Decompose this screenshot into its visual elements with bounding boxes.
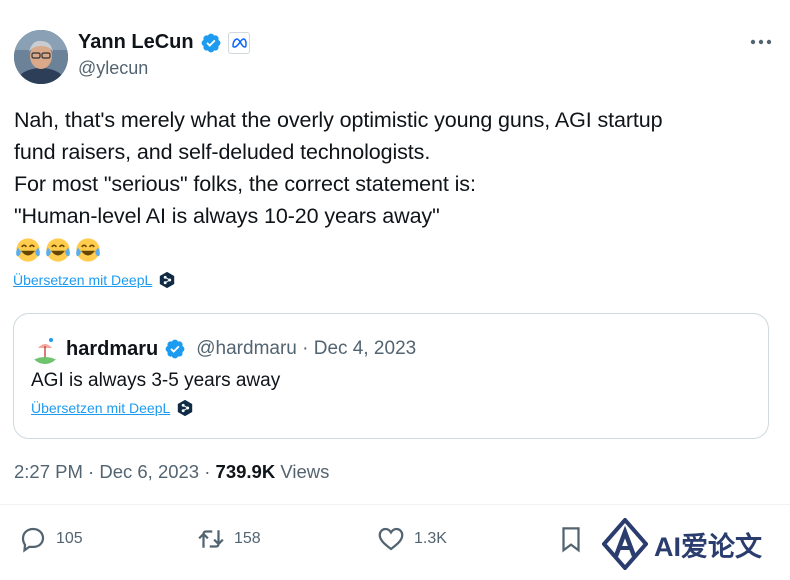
bookmark-icon xyxy=(562,527,580,553)
heart-icon xyxy=(378,527,404,551)
watermark: AI爱论文 xyxy=(592,508,790,580)
bookmark-button[interactable] xyxy=(556,524,586,554)
tweet-line: fund raisers, and self-deluded technolog… xyxy=(14,140,431,164)
quote-translate-link[interactable]: Übersetzen mit DeepL xyxy=(31,399,194,417)
repost-count: 158 xyxy=(234,530,261,547)
verified-badge-icon xyxy=(165,339,185,359)
quote-text: AGI is always 3-5 years away xyxy=(31,370,281,391)
reply-icon xyxy=(21,527,45,553)
tweet-meta: 2:27 PM · Dec 6, 2023 · 739.9K Views xyxy=(14,461,329,483)
action-bar: 105 158 1.3K xyxy=(18,524,618,558)
quote-handle-date: @hardmaru · Dec 4, 2023 xyxy=(196,338,417,359)
meta-affiliation-icon[interactable] xyxy=(227,31,250,54)
face-with-tears-of-joy-icon xyxy=(46,238,70,262)
quoted-tweet[interactable]: hardmaru @hardmaru · Dec 4, 2023 AGI is … xyxy=(13,313,769,439)
more-options-icon[interactable] xyxy=(746,32,776,52)
reply-count: 105 xyxy=(56,530,83,547)
translate-label[interactable]: Übersetzen mit DeepL xyxy=(13,272,152,288)
tweet-line: For most "serious" folks, the correct st… xyxy=(14,172,476,196)
tweet-header: Yann LeCun @ylecun xyxy=(14,30,776,84)
author-handle[interactable]: @ylecun xyxy=(78,58,148,79)
like-count: 1.3K xyxy=(414,530,447,547)
verified-badge-icon xyxy=(201,33,220,52)
like-button[interactable]: 1.3K xyxy=(376,524,447,554)
views-count: 739.9K xyxy=(215,461,276,482)
translate-label[interactable]: Übersetzen mit DeepL xyxy=(31,400,170,416)
divider xyxy=(0,504,790,505)
deepl-icon xyxy=(160,271,175,289)
deepl-icon xyxy=(178,399,193,417)
repost-button[interactable]: 158 xyxy=(196,524,261,554)
face-with-tears-of-joy-icon xyxy=(76,238,100,262)
timestamp[interactable]: 2:27 PM · Dec 6, 2023 · xyxy=(14,461,216,482)
emoji-row xyxy=(14,236,102,264)
watermark-logo-icon xyxy=(602,518,648,570)
avatar[interactable] xyxy=(14,30,68,84)
face-with-tears-of-joy-icon xyxy=(16,238,40,262)
translate-link[interactable]: Übersetzen mit DeepL xyxy=(13,271,176,289)
quote-display-name[interactable]: hardmaru xyxy=(66,338,158,361)
views-label: Views xyxy=(275,461,330,482)
watermark-text: AI爱论文 xyxy=(654,531,762,562)
tweet-text: Nah, that's merely what the overly optim… xyxy=(14,104,776,232)
tweet-line: "Human-level AI is always 10-20 years aw… xyxy=(14,204,440,228)
quote-avatar[interactable] xyxy=(30,334,60,364)
author-display-name[interactable]: Yann LeCun xyxy=(78,31,194,54)
reply-button[interactable]: 105 xyxy=(18,524,83,554)
tweet-line: Nah, that's merely what the overly optim… xyxy=(14,108,663,132)
repost-icon xyxy=(198,530,224,548)
